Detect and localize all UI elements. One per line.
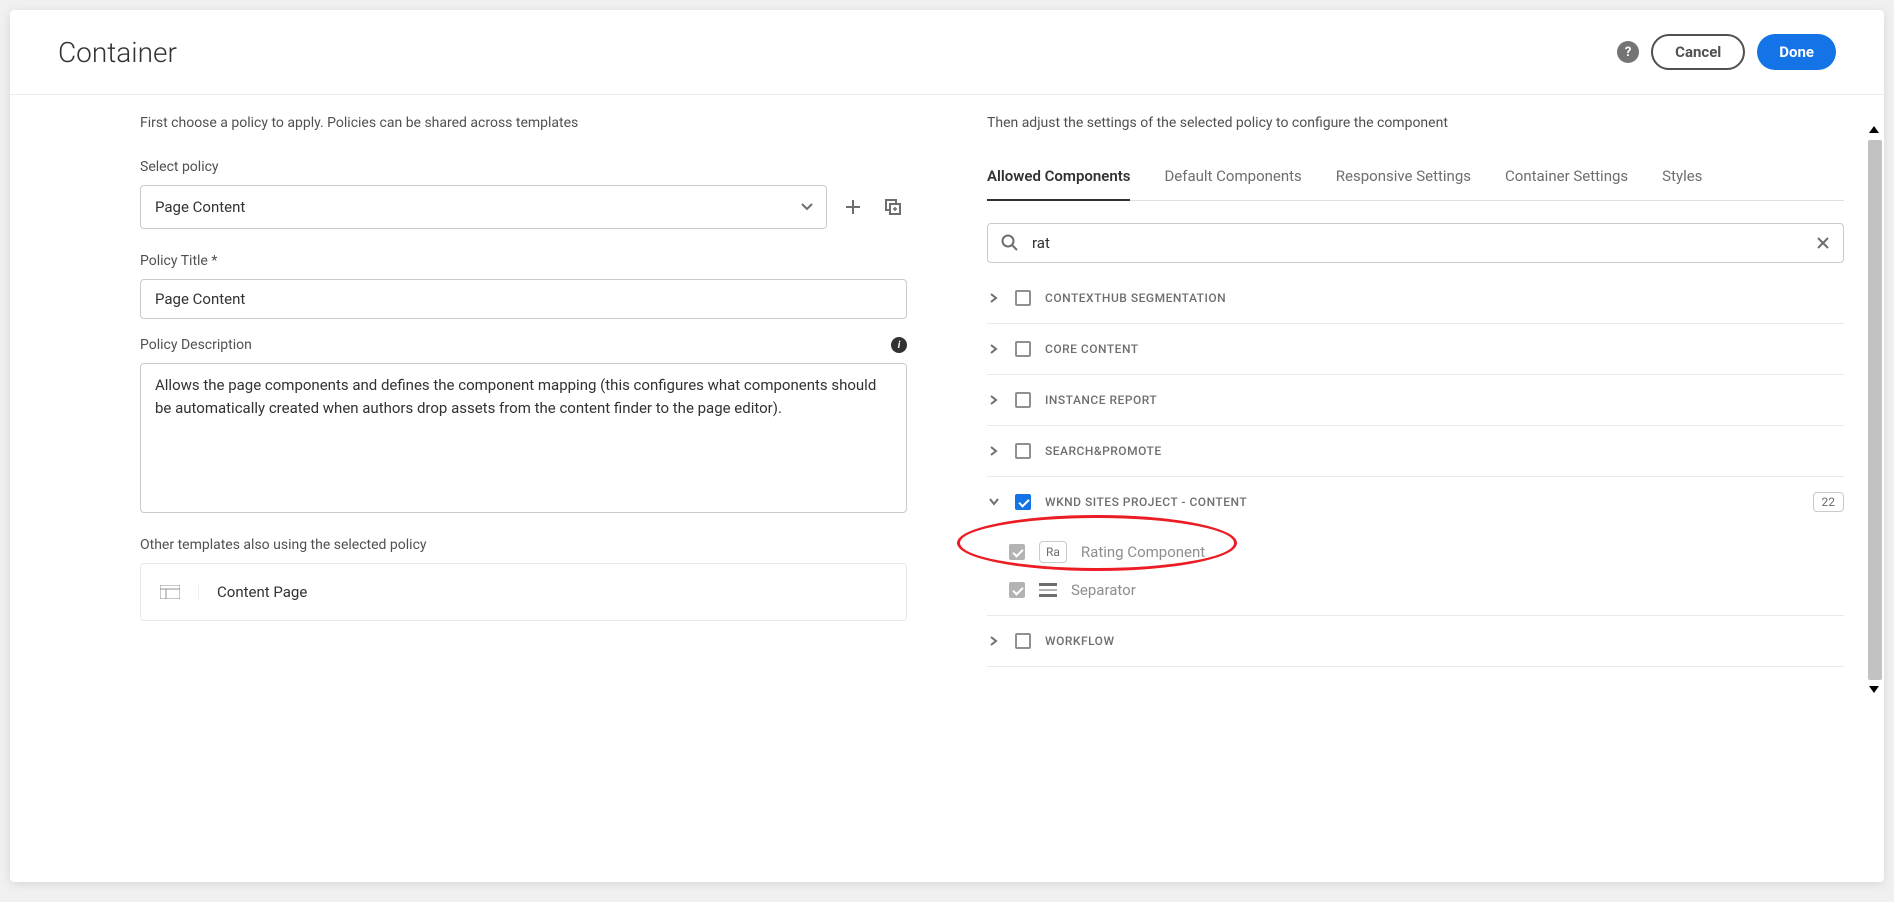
component-abbr: Ra <box>1039 541 1067 563</box>
container-dialog: Container ? Cancel Done First choose a p… <box>10 10 1884 882</box>
policy-intro: First choose a policy to apply. Policies… <box>140 115 907 131</box>
add-policy-button[interactable] <box>839 193 867 221</box>
chevron-right-icon <box>987 395 1001 405</box>
group-title: WKND SITES PROJECT - CONTENT <box>1045 495 1247 509</box>
policy-description-textarea[interactable]: Allows the page components and defines t… <box>140 363 907 513</box>
component-search-input[interactable] <box>987 223 1844 263</box>
chevron-right-icon <box>987 344 1001 354</box>
tab-responsive-settings[interactable]: Responsive Settings <box>1336 167 1471 200</box>
group-workflow: WORKFLOW <box>987 616 1844 667</box>
group-title: INSTANCE REPORT <box>1045 393 1157 407</box>
template-name: Content Page <box>199 583 307 601</box>
group-instance-report: INSTANCE REPORT <box>987 375 1844 426</box>
clear-search-icon[interactable] <box>1816 236 1830 250</box>
dialog-topbar: Container ? Cancel Done <box>10 10 1884 95</box>
component-item-separator[interactable]: Separator <box>1009 571 1844 609</box>
tab-container-settings[interactable]: Container Settings <box>1505 167 1628 200</box>
component-name: Separator <box>1071 581 1136 599</box>
scroll-up-icon[interactable] <box>1869 126 1879 133</box>
search-icon <box>1001 234 1019 252</box>
group-count-badge: 22 <box>1813 492 1845 512</box>
duplicate-policy-button[interactable] <box>879 193 907 221</box>
checkbox-search-promote[interactable] <box>1015 443 1031 459</box>
settings-intro: Then adjust the settings of the selected… <box>987 115 1844 131</box>
component-item-rating[interactable]: Ra Rating Component <box>1009 533 1844 571</box>
group-title: CORE CONTENT <box>1045 342 1139 356</box>
checkbox-core-content[interactable] <box>1015 341 1031 357</box>
policy-description-label: Policy Description <box>140 337 252 353</box>
group-toggle-contexthub[interactable]: CONTEXTHUB SEGMENTATION <box>987 273 1844 323</box>
component-name: Rating Component <box>1081 543 1205 561</box>
chevron-right-icon <box>987 293 1001 303</box>
cancel-button[interactable]: Cancel <box>1651 34 1745 70</box>
group-toggle-workflow[interactable]: WORKFLOW <box>987 616 1844 666</box>
group-toggle-instance-report[interactable]: INSTANCE REPORT <box>987 375 1844 425</box>
group-search-promote: SEARCH&PROMOTE <box>987 426 1844 477</box>
checkbox-rating[interactable] <box>1009 544 1025 560</box>
checkbox-instance-report[interactable] <box>1015 392 1031 408</box>
checkbox-workflow[interactable] <box>1015 633 1031 649</box>
chevron-right-icon <box>987 636 1001 646</box>
policy-title-input[interactable] <box>140 279 907 319</box>
select-policy-label: Select policy <box>140 159 827 175</box>
group-title: CONTEXTHUB SEGMENTATION <box>1045 291 1226 305</box>
group-toggle-wknd[interactable]: WKND SITES PROJECT - CONTENT 22 <box>987 477 1844 527</box>
group-wknd-sites-project: WKND SITES PROJECT - CONTENT 22 Ra Ratin… <box>987 477 1844 616</box>
dialog-title: Container <box>58 36 177 69</box>
chevron-right-icon <box>987 446 1001 456</box>
checkbox-contexthub[interactable] <box>1015 290 1031 306</box>
checkbox-wknd[interactable] <box>1015 494 1031 510</box>
chevron-down-icon <box>987 497 1001 507</box>
group-contexthub-segmentation: CONTEXTHUB SEGMENTATION <box>987 273 1844 324</box>
select-policy-dropdown[interactable]: Page Content <box>140 185 827 229</box>
group-title: SEARCH&PROMOTE <box>1045 444 1162 458</box>
template-icon <box>141 585 199 599</box>
other-templates-label: Other templates also using the selected … <box>140 537 907 553</box>
tab-allowed-components[interactable]: Allowed Components <box>987 167 1130 201</box>
separator-icon <box>1039 583 1057 597</box>
checkbox-separator[interactable] <box>1009 582 1025 598</box>
template-row: Content Page <box>140 563 907 621</box>
policy-panel: First choose a policy to apply. Policies… <box>10 95 947 882</box>
group-title: WORKFLOW <box>1045 634 1115 648</box>
scrollbar[interactable] <box>1868 140 1882 680</box>
done-button[interactable]: Done <box>1757 34 1836 70</box>
group-toggle-core-content[interactable]: CORE CONTENT <box>987 324 1844 374</box>
settings-tabs: Allowed Components Default Components Re… <box>987 167 1844 201</box>
tab-styles[interactable]: Styles <box>1662 167 1702 200</box>
info-icon[interactable]: i <box>891 337 907 353</box>
settings-panel: Then adjust the settings of the selected… <box>947 95 1884 882</box>
scroll-down-icon[interactable] <box>1869 686 1879 693</box>
policy-title-label: Policy Title * <box>140 253 907 269</box>
help-icon[interactable]: ? <box>1617 41 1639 63</box>
group-toggle-search-promote[interactable]: SEARCH&PROMOTE <box>987 426 1844 476</box>
tab-default-components[interactable]: Default Components <box>1164 167 1301 200</box>
component-search <box>987 223 1844 263</box>
group-core-content: CORE CONTENT <box>987 324 1844 375</box>
